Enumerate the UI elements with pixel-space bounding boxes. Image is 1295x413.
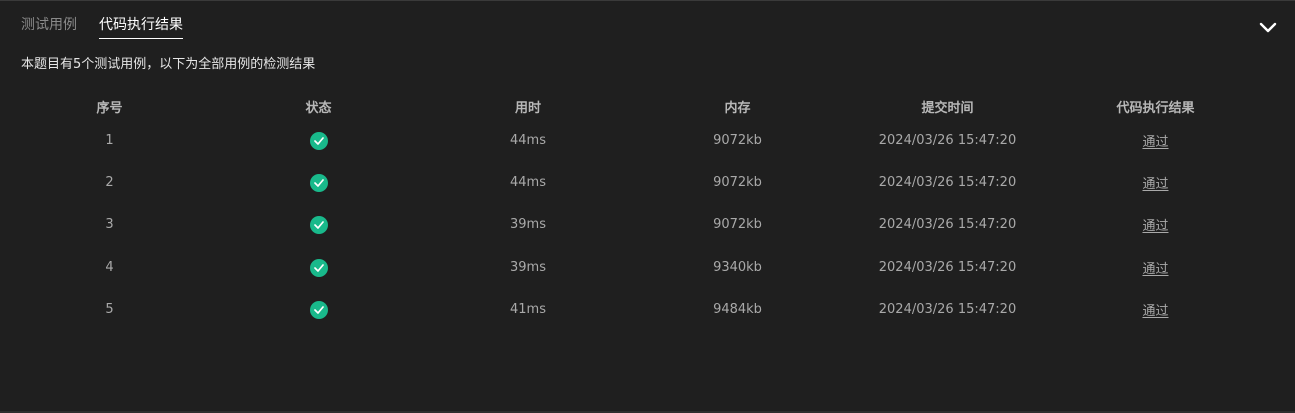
result-link[interactable]: 通过 [1142, 177, 1168, 192]
status-cell [219, 131, 418, 150]
memory-usage: 9340kb [713, 259, 762, 275]
header-result: 代码执行结果 [1116, 100, 1195, 116]
status-cell [219, 258, 418, 277]
result-cell: 通过 [1058, 131, 1253, 150]
header-status: 状态 [305, 100, 332, 116]
tab-test-cases[interactable]: 测试用例 [21, 15, 77, 38]
tab-code-result[interactable]: 代码执行结果 [99, 15, 183, 39]
result-link[interactable]: 通过 [1142, 262, 1168, 277]
submit-time: 2024/03/26 15:47:20 [878, 217, 1017, 233]
result-cell: 通过 [1058, 215, 1253, 234]
result-cell: 通过 [1058, 173, 1253, 192]
status-cell [219, 300, 418, 319]
submit-time: 2024/03/26 15:47:20 [878, 259, 1017, 275]
row-index: 1 [105, 132, 114, 148]
table-row: 5 41ms 9484kb 2024/03/26 15:47:20 通过 [0, 288, 1295, 330]
result-link[interactable]: 通过 [1142, 304, 1168, 319]
memory-usage: 9072kb [713, 217, 762, 233]
test-results-table: 序号 状态 用时 内存 提交时间 代码执行结果 1 44ms 9072kb 20… [0, 93, 1295, 330]
result-tabs: 测试用例 代码执行结果 [21, 15, 183, 39]
table-row: 1 44ms 9072kb 2024/03/26 15:47:20 通过 [0, 119, 1295, 161]
run-time: 41ms [510, 301, 546, 317]
check-circle-icon [309, 131, 328, 150]
header-memory: 内存 [724, 100, 751, 116]
header-index: 序号 [96, 100, 123, 116]
memory-usage: 9484kb [713, 301, 762, 317]
row-index: 5 [105, 301, 114, 317]
submit-time: 2024/03/26 15:47:20 [878, 301, 1017, 317]
memory-usage: 9072kb [713, 132, 762, 148]
table-row: 3 39ms 9072kb 2024/03/26 15:47:20 通过 [0, 204, 1295, 246]
collapse-button[interactable] [1258, 18, 1278, 38]
submit-time: 2024/03/26 15:47:20 [878, 174, 1017, 190]
check-circle-icon [309, 173, 328, 192]
row-index: 3 [105, 217, 114, 233]
row-index: 4 [105, 259, 114, 275]
memory-usage: 9072kb [713, 174, 762, 190]
run-time: 39ms [510, 217, 546, 233]
result-cell: 通过 [1058, 300, 1253, 319]
header-submit-time: 提交时间 [921, 100, 974, 116]
result-link[interactable]: 通过 [1142, 219, 1168, 234]
result-panel: 测试用例 代码执行结果 本题目有5个测试用例，以下为全部用例的检测结果 序号 状… [0, 0, 1295, 413]
run-time: 44ms [510, 132, 546, 148]
check-circle-icon [309, 258, 328, 277]
header-time: 用时 [514, 100, 541, 116]
table-header: 序号 状态 用时 内存 提交时间 代码执行结果 [0, 93, 1295, 119]
result-cell: 通过 [1058, 258, 1253, 277]
table-row: 4 39ms 9340kb 2024/03/26 15:47:20 通过 [0, 246, 1295, 288]
table-row: 2 44ms 9072kb 2024/03/26 15:47:20 通过 [0, 161, 1295, 203]
submit-time: 2024/03/26 15:47:20 [878, 132, 1017, 148]
run-time: 44ms [510, 174, 546, 190]
test-summary: 本题目有5个测试用例，以下为全部用例的检测结果 [21, 57, 316, 72]
status-cell [219, 215, 418, 235]
chevron-down-icon [1259, 22, 1277, 33]
row-index: 2 [105, 174, 114, 190]
check-circle-icon [309, 300, 328, 319]
check-circle-icon [309, 216, 328, 235]
result-link[interactable]: 通过 [1142, 135, 1168, 150]
status-cell [219, 173, 418, 192]
run-time: 39ms [510, 259, 546, 275]
